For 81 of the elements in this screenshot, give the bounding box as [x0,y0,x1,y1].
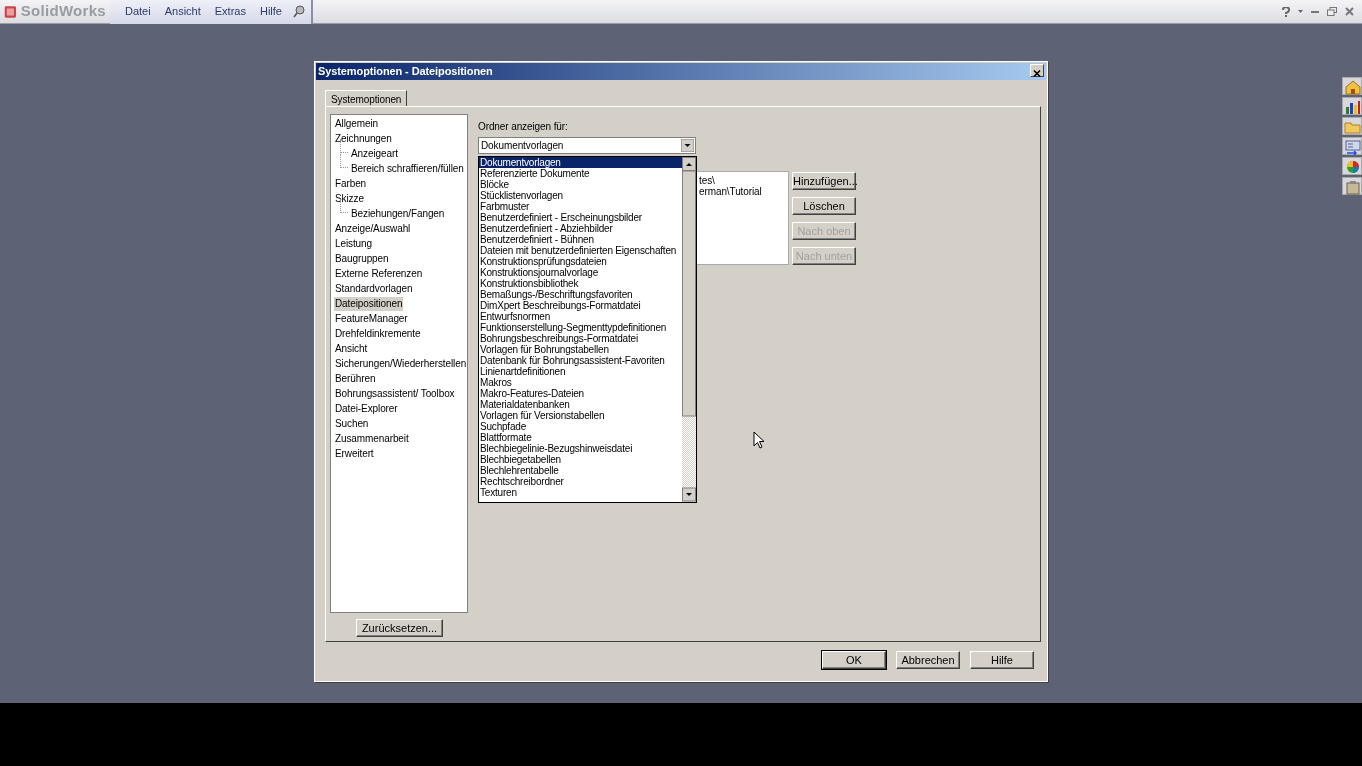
home-icon[interactable] [1343,78,1362,97]
dropdown-option[interactable]: Entwurfsnormen [479,311,682,322]
dialog-button[interactable]: OK [822,651,886,669]
tree-item[interactable]: Suchen [334,417,370,431]
list-icon[interactable] [1343,138,1362,157]
tree-item[interactable]: Leistung [334,237,373,251]
dropdown-option[interactable]: Blechbiegetabellen [479,454,682,465]
dropdown-option[interactable]: DimXpert Beschreibungs-Formatdatei [479,300,682,311]
path-text: erman\Tutorial [699,186,763,197]
dropdown-option[interactable]: Suchpfade [479,421,682,432]
tree-item[interactable]: Erweitert [334,447,375,461]
caret-icon[interactable] [1298,10,1303,13]
menu-item[interactable]: Hilfe [252,3,289,20]
tree-item[interactable]: Berühren [334,372,377,386]
scrollbar[interactable] [682,157,696,502]
dropdown-option[interactable]: Benutzerdefiniert - Bühnen [479,234,682,245]
tree-item[interactable]: Bereich schraffieren/füllen [350,162,465,176]
tree-item[interactable]: Dateipositionen [334,297,404,311]
field-label: Ordner anzeigen für: [478,120,569,134]
dropdown-option[interactable]: Vorlagen für Versionstabellen [479,410,682,421]
dropdown-option[interactable]: Rechtschreibordner [479,476,682,487]
dropdown-option[interactable]: Dateien mit benutzerdefinierten Eigenschaften [479,245,682,256]
dropdown-option[interactable]: Blöcke [479,179,682,190]
dialog-button[interactable]: Abbrechen [896,651,960,669]
tree-item[interactable]: Bohrungsassistent/ Toolbox [334,387,456,401]
dropdown-option[interactable]: Linienartdefinitionen [479,366,682,377]
minimize-icon[interactable] [1311,10,1319,13]
dropdown-option[interactable]: Vorlagen für Bohrungstabellen [479,344,682,355]
dropdown-option[interactable]: Farbmuster [479,201,682,212]
window-title: Systemoptionen - Dateipositionen [316,63,1046,80]
dropdown-option[interactable]: Dokumentvorlagen [479,157,682,168]
dropdown-option[interactable]: Konstruktionsprüfungsdateien [479,256,682,267]
path-text: tes\ [699,175,716,186]
chart-icon[interactable] [1343,98,1362,117]
dropdown-option[interactable]: Datenbank für Bohrungsassistent-Favoriten [479,355,682,366]
menu-item[interactable]: Datei [118,3,158,20]
mouse-cursor-icon [753,431,765,449]
dropdown-field[interactable]: Dokumentvorlagen [478,137,696,154]
dropdown-option[interactable]: Blechlehrentabelle [479,465,682,476]
tree-item[interactable]: FeatureManager [334,312,409,326]
dropdown-arrow-icon[interactable] [681,139,694,152]
dropdown-option[interactable]: Benutzerdefiniert - Erscheinungsbilder [479,212,682,223]
dropdown-option[interactable]: Funktionserstellung-Segmenttypdefinitionen [479,322,682,333]
action-button[interactable]: Löschen [792,197,856,215]
tree-item[interactable]: Baugruppen [334,252,390,266]
dropdown-option[interactable]: Bohrungsbeschreibungs-Formatdatei [479,333,682,344]
tree-item[interactable]: Zeichnungen [334,132,393,146]
app-logo: SolidWorks [20,1,106,22]
dropdown-option[interactable]: Stücklistenvorlagen [479,190,682,201]
reset-button[interactable]: Zurücksetzen... [356,619,443,637]
tree-item[interactable]: Skizze [334,192,365,206]
dropdown-option[interactable]: Referenzierte Dokumente [479,168,682,179]
restore-icon[interactable] [1327,7,1337,16]
menu-item[interactable]: Extras [207,3,253,20]
clipboard-icon[interactable] [1343,178,1362,197]
tree-item[interactable]: Allgemein [334,117,379,131]
close-icon[interactable] [1031,67,1043,79]
tree-item[interactable]: Sicherungen/Wiederherstellen [334,357,468,371]
menu-item[interactable]: Ansicht [157,3,208,20]
dropdown-option[interactable]: Blechbiegelinie-Bezugshinweisdatei [479,443,682,454]
dropdown-option[interactable]: Makros [479,377,682,388]
tree-item[interactable]: Datei-Explorer [334,402,399,416]
tree-item[interactable]: Beziehungen/Fangen [350,207,446,221]
dropdown-option[interactable]: Konstruktionsbibliothek [479,278,682,289]
tree-item[interactable]: Zusammenarbeit [334,432,410,446]
dropdown-option[interactable]: Benutzerdefiniert - Abziehbilder [479,223,682,234]
dropdown-option[interactable]: Makro-Features-Dateien [479,388,682,399]
dropdown-option[interactable]: Materialdatenbanken [479,399,682,410]
help-icon[interactable] [1282,6,1290,17]
dialog-button[interactable]: Hilfe [970,651,1034,669]
tree-item[interactable]: Ansicht [334,342,369,356]
dropdown-option[interactable]: Texturen [479,487,682,498]
dropdown-option[interactable]: Blattformate [479,432,682,443]
dropdown-option[interactable]: Bemaßungs-/Beschriftungsfavoriten [479,289,682,300]
tree-item[interactable]: Externe Referenzen [334,267,424,281]
tree-item[interactable]: Anzeige/Auswahl [334,222,412,236]
tree-item[interactable]: Drehfeldinkremente [334,327,422,341]
tree-item[interactable]: Standardvorlagen [334,282,414,296]
tree-item[interactable]: Anzeigeart [350,147,399,161]
tree-item[interactable]: Farben [334,177,368,191]
dropdown-option[interactable]: Konstruktionsjournalvorlage [479,267,682,278]
